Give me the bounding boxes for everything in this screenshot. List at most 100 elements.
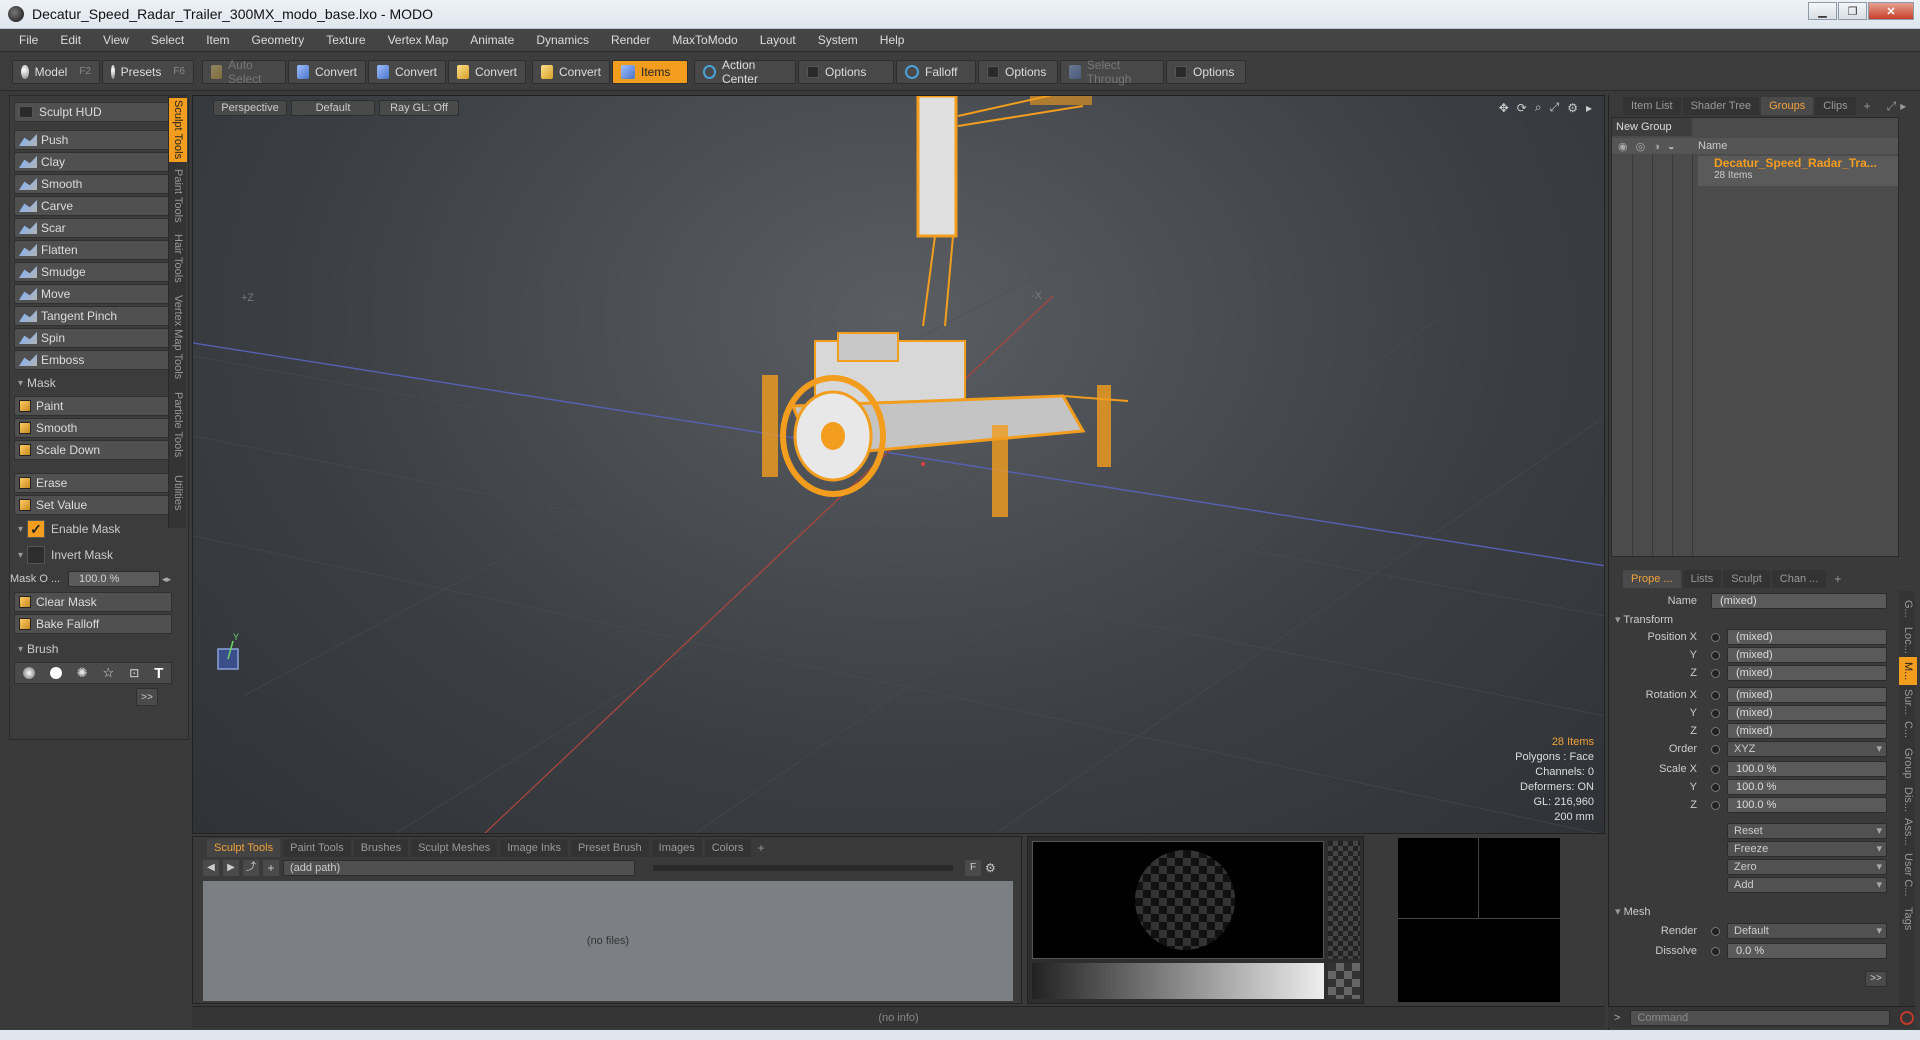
3d-viewport[interactable]: +Z -X Y Perspective Default Ray GL: Off …	[192, 95, 1605, 834]
rotation-y-field[interactable]: (mixed)	[1727, 705, 1887, 721]
tab-sculpt-meshes[interactable]: Sculpt Meshes	[411, 839, 498, 857]
freeze-dropdown[interactable]: Freeze	[1727, 841, 1887, 857]
tab-sculpt-tools-browser[interactable]: Sculpt Tools	[207, 839, 281, 857]
render-dropdown[interactable]: Default	[1727, 923, 1887, 939]
pan-icon[interactable]: ✥	[1499, 101, 1509, 115]
tab-preset-brush[interactable]: Preset Brush	[571, 839, 649, 857]
dissolve-field[interactable]: 0.0 %	[1727, 943, 1887, 959]
add-path-icon[interactable]: +	[263, 860, 279, 876]
emboss-tool[interactable]: Emboss	[14, 350, 172, 370]
tab-groups[interactable]: Groups	[1761, 97, 1814, 115]
tab-hair-tools[interactable]: Hair Tools	[169, 230, 187, 286]
rotation-z-field[interactable]: (mixed)	[1727, 723, 1887, 739]
back-arrow-icon[interactable]: ◀	[203, 860, 219, 876]
convert-edges-button[interactable]: Convert	[368, 59, 446, 84]
tab-image-inks[interactable]: Image Inks	[500, 839, 569, 857]
dissolve-keyframe-dot[interactable]	[1711, 947, 1720, 956]
position-y-field[interactable]: (mixed)	[1727, 647, 1887, 663]
model-mode-button[interactable]: Model F2	[12, 59, 100, 84]
clay-tool[interactable]: Clay	[14, 152, 172, 172]
thumbnail-size-slider[interactable]	[653, 865, 953, 871]
position-z-keyframe-dot[interactable]	[1711, 669, 1720, 678]
panel-menu-icon[interactable]: ▸	[1900, 99, 1906, 113]
smudge-tool[interactable]: Smudge	[14, 262, 172, 282]
items-mode-button[interactable]: Items	[612, 59, 688, 84]
gradient-ramp[interactable]	[1032, 963, 1324, 999]
menu-layout[interactable]: Layout	[749, 29, 807, 52]
transform-section[interactable]: Transform	[1615, 613, 1673, 626]
minimize-button[interactable]: ▁	[1808, 2, 1837, 20]
menu-dynamics[interactable]: Dynamics	[525, 29, 600, 52]
side-tab-surface[interactable]: Sur...	[1899, 687, 1917, 717]
scale-z-field[interactable]: 100.0 %	[1727, 797, 1887, 813]
browser-settings-icon[interactable]: ⚙	[985, 861, 996, 875]
reset-dropdown[interactable]: Reset	[1727, 823, 1887, 839]
scar-tool[interactable]: Scar	[14, 218, 172, 238]
select-through-button[interactable]: Select Through	[1060, 58, 1164, 86]
enable-mask-checkbox[interactable]: ✓	[27, 520, 46, 538]
mask-opacity-field[interactable]: 100.0 %	[68, 571, 160, 587]
menu-item[interactable]: Item	[195, 29, 240, 52]
scale-z-keyframe-dot[interactable]	[1711, 801, 1720, 810]
tab-vertex-map-tools[interactable]: Vertex Map Tools	[169, 290, 187, 384]
tab-lists[interactable]: Lists	[1682, 570, 1722, 588]
side-tab-tags[interactable]: Tags	[1899, 903, 1917, 935]
scale-x-field[interactable]: 100.0 %	[1727, 761, 1887, 777]
menu-render[interactable]: Render	[600, 29, 661, 52]
mask-smooth-tool[interactable]: Smooth	[14, 418, 172, 438]
select-through-options-button[interactable]: Options	[1166, 59, 1246, 84]
tab-colors[interactable]: Colors	[704, 839, 751, 857]
more-properties-button[interactable]: >>	[1865, 971, 1887, 987]
zero-dropdown[interactable]: Zero	[1727, 859, 1887, 875]
more-brushes-button[interactable]: >>	[136, 688, 158, 706]
custom-brush-icon[interactable]: ⊡	[129, 666, 139, 680]
group-row[interactable]: Decatur_Speed_Radar_Tra... 28 Items	[1698, 156, 1898, 186]
mask-scale-down-tool[interactable]: Scale Down	[14, 440, 172, 460]
mask-section-header[interactable]: Mask	[14, 374, 172, 392]
push-tool[interactable]: Push	[14, 130, 172, 150]
brush-section-header[interactable]: Brush	[14, 640, 172, 658]
erase-mask-button[interactable]: Erase	[14, 473, 172, 493]
falloff-options-button[interactable]: Options	[978, 59, 1058, 84]
side-tab-user-channels[interactable]: User C...	[1899, 849, 1917, 901]
raygl-toggle-button[interactable]: Ray GL: Off	[379, 100, 459, 116]
command-input[interactable]: Command	[1630, 1009, 1891, 1026]
menu-help[interactable]: Help	[869, 29, 916, 52]
name-field[interactable]: (mixed)	[1711, 593, 1887, 609]
new-group-button[interactable]: New Group	[1612, 118, 1692, 136]
rotate-icon[interactable]: ⟳	[1517, 101, 1527, 115]
scale-y-keyframe-dot[interactable]	[1711, 783, 1720, 792]
rotation-x-field[interactable]: (mixed)	[1727, 687, 1887, 703]
expand-panel-icon[interactable]: ⤢	[1887, 99, 1897, 114]
side-tab-c[interactable]: C...	[1899, 719, 1917, 741]
tab-images[interactable]: Images	[651, 839, 702, 857]
tab-utilities[interactable]: Utilities	[169, 468, 187, 518]
enable-mask-toggle[interactable]: ✓ Enable Mask	[14, 520, 172, 538]
maximize-button[interactable]: ❐	[1838, 2, 1867, 20]
menu-view[interactable]: View	[92, 29, 140, 52]
scale-y-field[interactable]: 100.0 %	[1727, 779, 1887, 795]
convert-vertices-button[interactable]: Convert	[288, 59, 366, 84]
rotation-z-keyframe-dot[interactable]	[1711, 727, 1720, 736]
add-panel-tab-icon[interactable]: +	[1864, 99, 1871, 113]
viewport-settings-icon[interactable]: ⚙	[1567, 101, 1578, 115]
record-macro-icon[interactable]	[1900, 1010, 1915, 1025]
move-tool[interactable]: Move	[14, 284, 172, 304]
menu-vertex-map[interactable]: Vertex Map	[377, 29, 460, 52]
splatter-brush-icon[interactable]: ✺	[77, 665, 88, 681]
side-tab-display[interactable]: Dis...	[1899, 785, 1917, 815]
side-tab-group[interactable]: Group	[1899, 743, 1917, 783]
action-center-button[interactable]: Action Center	[694, 58, 796, 86]
menu-animate[interactable]: Animate	[459, 29, 525, 52]
zoom-icon[interactable]: ⌕	[1535, 100, 1542, 115]
filter-button[interactable]: F	[965, 860, 981, 876]
clear-mask-button[interactable]: Clear Mask	[14, 592, 172, 612]
bake-falloff-button[interactable]: Bake Falloff	[14, 614, 172, 634]
perspective-view-button[interactable]: Perspective	[213, 100, 287, 116]
shading-style-button[interactable]: Default	[291, 100, 375, 116]
flatten-tool[interactable]: Flatten	[14, 240, 172, 260]
side-tab-general[interactable]: G...	[1899, 595, 1917, 623]
side-tab-mesh[interactable]: M...	[1899, 657, 1917, 685]
mask-paint-tool[interactable]: Paint	[14, 396, 172, 416]
menu-select[interactable]: Select	[140, 29, 195, 52]
